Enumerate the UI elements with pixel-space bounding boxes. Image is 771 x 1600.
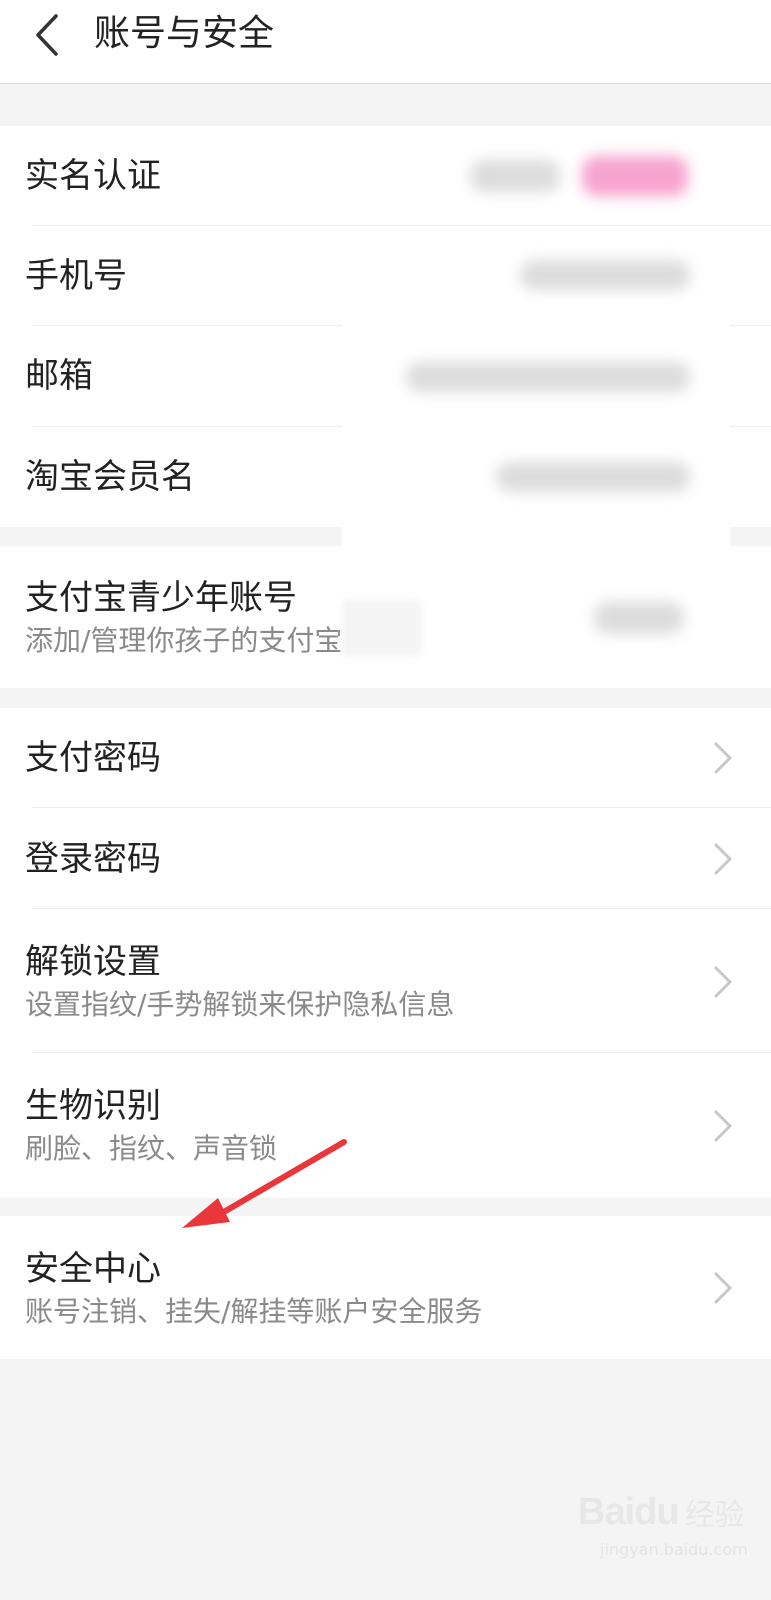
redacted-patch: [342, 600, 422, 656]
row-title: 实名认证: [25, 156, 161, 196]
row-subtitle: 账号注销、挂失/解挂等账户安全服务: [25, 1295, 483, 1328]
row-title: 邮箱: [25, 356, 93, 396]
row-security-center[interactable]: 安全中心 账号注销、挂失/解挂等账户安全服务: [0, 1216, 771, 1359]
redacted-value: [470, 160, 560, 192]
redacted-badge: [582, 156, 688, 196]
row-title: 手机号: [25, 256, 127, 296]
red-arrow-annotation: [182, 1139, 347, 1228]
top-nav-bar: 账号与安全: [0, 0, 771, 84]
row-subtitle: 设置指纹/手势解锁来保护隐私信息: [25, 988, 455, 1021]
password-group: 支付密码 登录密码 解锁设置 设置指纹/手势解锁来保护隐私信息 生物识别 刷脸、…: [0, 708, 771, 1198]
row-payment-password[interactable]: 支付密码: [0, 708, 771, 808]
baidu-watermark: Baidu 经验: [578, 1490, 745, 1534]
row-unlock-settings[interactable]: 解锁设置 设置指纹/手势解锁来保护隐私信息: [0, 909, 771, 1053]
redacted-value: [594, 602, 684, 634]
chevron-right-icon: [712, 841, 734, 877]
row-real-name-verification[interactable]: 实名认证: [0, 126, 771, 226]
row-title: 淘宝会员名: [25, 457, 195, 497]
security-center-group: 安全中心 账号注销、挂失/解挂等账户安全服务: [0, 1216, 771, 1359]
watermark-url: jingyan.baidu.com: [600, 1540, 748, 1559]
chevron-right-icon: [712, 740, 734, 776]
page-title: 账号与安全: [94, 13, 275, 54]
row-title: 支付密码: [25, 738, 161, 778]
row-title: 支付宝青少年账号: [25, 578, 297, 618]
row-subtitle: 添加/管理你孩子的支付宝: [25, 624, 343, 657]
row-login-password[interactable]: 登录密码: [0, 808, 771, 909]
chevron-right-icon: [712, 1270, 734, 1306]
back-button[interactable]: [24, 10, 74, 60]
watermark-text: 经验: [684, 1498, 745, 1533]
chevron-left-icon: [36, 14, 58, 56]
redacted-value: [520, 260, 690, 290]
redacted-panel: [342, 226, 730, 546]
redacted-value: [496, 462, 690, 492]
chevron-right-icon: [712, 964, 734, 1000]
row-title: 安全中心: [25, 1249, 161, 1289]
row-title: 登录密码: [25, 839, 161, 879]
redacted-value: [406, 362, 690, 392]
baidu-logo: Baidu: [578, 1490, 680, 1533]
row-title: 生物识别: [25, 1086, 161, 1126]
row-biometrics[interactable]: 生物识别 刷脸、指纹、声音锁: [0, 1053, 771, 1198]
chevron-right-icon: [712, 1108, 734, 1144]
row-title: 解锁设置: [25, 942, 161, 982]
